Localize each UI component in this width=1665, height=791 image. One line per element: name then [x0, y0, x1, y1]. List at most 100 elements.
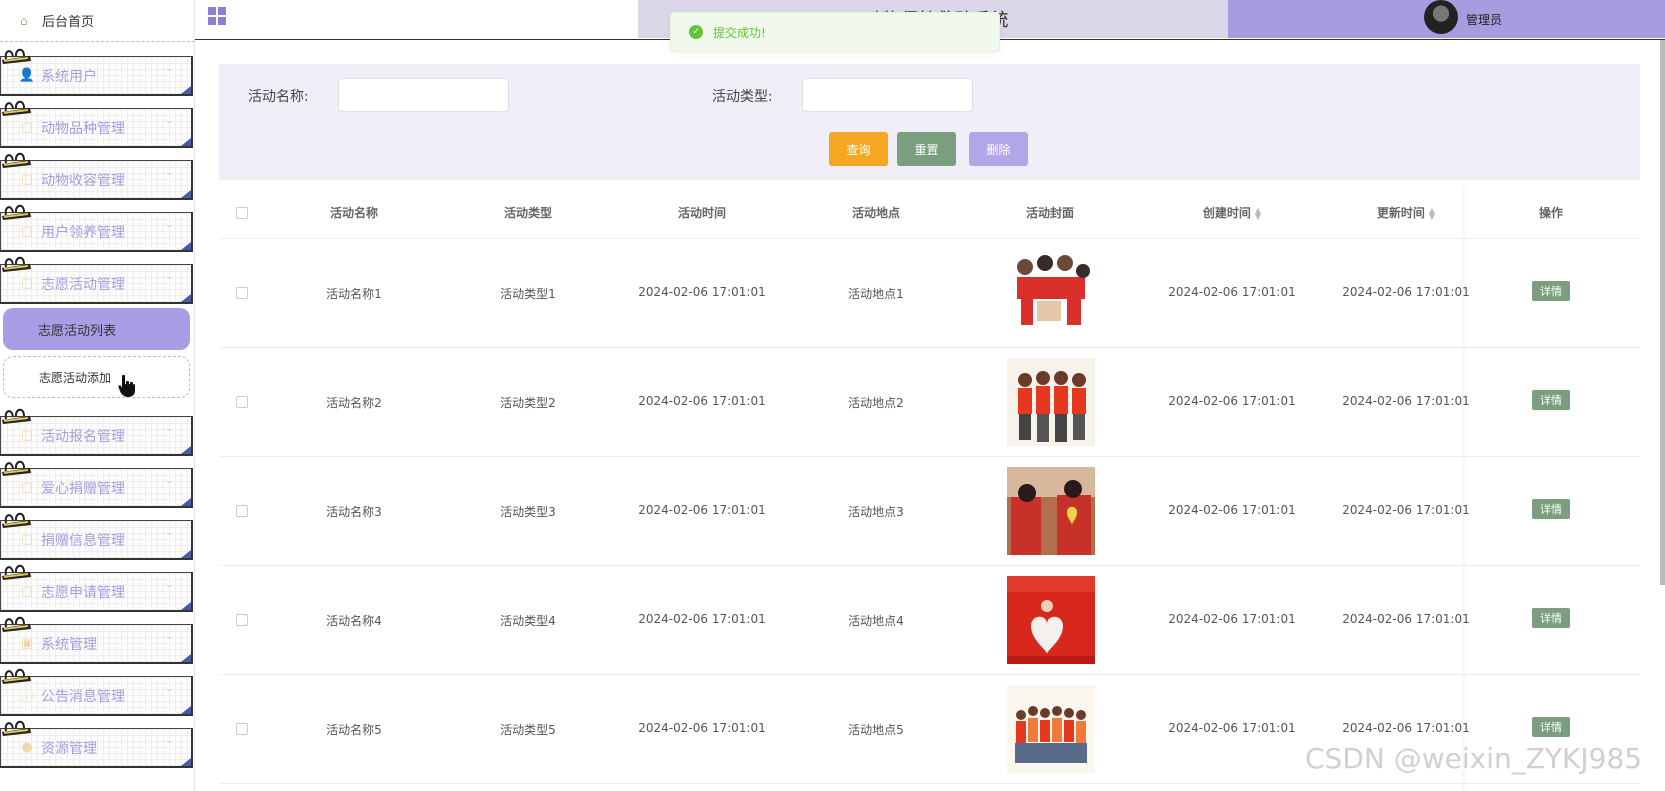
home-icon: ⌂ [20, 13, 28, 28]
cell-created: 2024-02-06 17:01:01 [1168, 612, 1296, 626]
page-fold-decoration [181, 498, 191, 506]
column-header-label: 创建时间 [1202, 206, 1251, 220]
binder-clip-icon [2, 512, 31, 528]
detail-button[interactable]: 详情 [1532, 281, 1570, 301]
activity-type-input[interactable] [802, 78, 973, 112]
menu-grid-icon[interactable] [207, 6, 227, 26]
binder-clip-icon [2, 668, 31, 684]
user-name[interactable]: 管理员 [1466, 11, 1502, 28]
page-fold-decoration [181, 706, 191, 714]
sidebar-item-2[interactable]: ▢ 动物收容管理 ⌄ [0, 152, 193, 200]
detail-button[interactable]: 详情 [1532, 499, 1570, 519]
binder-clip-icon [2, 460, 31, 476]
column-header: 活动封面 [1025, 206, 1074, 220]
cell-updated: 2024-02-06 17:01:01 [1342, 612, 1470, 626]
resource-icon: ● [21, 740, 33, 755]
chevron-down-icon: ⌄ [164, 115, 173, 126]
sidebar-item-label: 志愿申请管理 [41, 584, 125, 601]
chevron-down-icon: ⌄ [164, 631, 173, 642]
cell-time: 2024-02-06 17:01:01 [638, 612, 766, 626]
cell-name: 活动名称1 [326, 287, 382, 301]
info-icon: ⓘ [20, 690, 34, 705]
binder-clip-icon [2, 152, 31, 168]
doc-icon: ▢ [20, 172, 34, 187]
select-all-checkbox[interactable] [236, 207, 248, 219]
user-icon: 👤 [18, 68, 36, 83]
sidebar-item-label: 爱心捐赠管理 [41, 480, 125, 497]
page-fold-decoration [181, 242, 191, 250]
detail-button[interactable]: 详情 [1532, 390, 1570, 410]
doc-icon: ▢ [20, 480, 34, 495]
page-fold-decoration [181, 86, 191, 94]
watermark: CSDN @weixin_ZYKJ985 [1305, 742, 1643, 775]
sidebar-item-5[interactable]: ▢ 活动报名管理 ⌄ [0, 408, 193, 456]
page-fold-decoration [181, 190, 191, 198]
column-header: 活动地点 [851, 206, 900, 220]
submenu-volunteer-activity-add[interactable]: 志愿活动添加 [3, 356, 190, 398]
activity-cover-image [1007, 576, 1095, 664]
submenu-volunteer-activity-list[interactable]: 志愿活动列表 [3, 308, 190, 350]
table-header: 活动名称 活动类型 活动时间 活动地点 活动封面 创建时间 ▲ ▼ 更新时间 ▲ ▼ 操… [219, 186, 1640, 239]
sidebar-item-label: 资源管理 [41, 740, 97, 757]
sidebar-item-7[interactable]: ▢ 捐赠信息管理 ⌄ [0, 512, 193, 560]
toast-message: 提交成功! [713, 25, 766, 40]
column-header-updated-sortable[interactable]: 更新时间 ▲ ▼ [1351, 204, 1461, 221]
sidebar-item-11[interactable]: ● 资源管理 ⌄ [0, 720, 193, 768]
cell-time: 2024-02-06 17:01:01 [638, 285, 766, 299]
query-button[interactable]: 查询 [829, 132, 888, 166]
doc-icon: ▢ [20, 276, 34, 291]
sidebar-item-6[interactable]: ▢ 爱心捐赠管理 ⌄ [0, 460, 193, 508]
sidebar-item-10[interactable]: ⓘ 公告消息管理 ⌄ [0, 668, 193, 716]
sidebar-item-1[interactable]: ▢ 动物品种管理 ⌄ [0, 100, 193, 148]
cell-place: 活动地点5 [848, 723, 904, 737]
sort-icon[interactable]: ▲ ▼ [1255, 206, 1261, 220]
column-header-created-sortable[interactable]: 创建时间 ▲ ▼ [1177, 204, 1287, 221]
detail-button[interactable]: 详情 [1532, 608, 1570, 628]
row-checkbox[interactable] [236, 614, 248, 626]
binder-clip-icon [2, 564, 31, 580]
chevron-down-icon: ⌄ [164, 579, 173, 590]
page-fold-decoration [181, 602, 191, 610]
cell-created: 2024-02-06 17:01:01 [1168, 394, 1296, 408]
table-row: 活动名称2 活动类型2 2024-02-06 17:01:01 活动地点2 2024-0… [219, 348, 1640, 457]
row-checkbox[interactable] [236, 723, 248, 735]
cell-name: 活动名称2 [326, 396, 382, 410]
row-checkbox[interactable] [236, 396, 248, 408]
page-fold-decoration [181, 758, 191, 766]
user-area[interactable]: 管理员 [1228, 0, 1665, 38]
delete-button[interactable]: 删除 [969, 132, 1028, 166]
activity-cover-image [1007, 467, 1095, 555]
sidebar: ⌂ 后台首页 👤 系统用户 ⌄ ▢ 动物品种管理 ⌄ ▢ 动物收容管理 ⌄ ▢ 用户领养管理 ⌄ ▢ 志愿… [0, 0, 195, 791]
scrollbar[interactable] [1660, 40, 1665, 585]
chevron-down-icon: ⌄ [164, 683, 173, 694]
row-checkbox[interactable] [236, 505, 248, 517]
chevron-down-icon: ⌄ [164, 167, 173, 178]
binder-clip-icon [2, 720, 31, 736]
doc-icon: ▢ [20, 532, 34, 547]
sidebar-item-label: 公告消息管理 [41, 688, 125, 705]
hand-cursor-icon [118, 374, 135, 397]
sidebar-item-home[interactable]: ⌂ 后台首页 [0, 0, 195, 42]
detail-button[interactable]: 详情 [1532, 717, 1570, 737]
row-checkbox[interactable] [236, 287, 248, 299]
column-header: 活动类型 [503, 206, 552, 220]
sidebar-item-0[interactable]: 👤 系统用户 ⌄ [0, 48, 193, 96]
activity-cover-image [1007, 685, 1095, 773]
table-row: 活动名称1 活动类型1 2024-02-06 17:01:01 活动地点1 2024-0… [219, 239, 1640, 348]
cell-updated: 2024-02-06 17:01:01 [1342, 285, 1470, 299]
cell-updated: 2024-02-06 17:01:01 [1342, 394, 1470, 408]
sidebar-item-3[interactable]: ▢ 用户领养管理 ⌄ [0, 204, 193, 252]
sort-icon[interactable]: ▲ ▼ [1429, 206, 1435, 220]
cell-name: 活动名称4 [326, 614, 382, 628]
avatar[interactable] [1424, 0, 1458, 34]
cell-created: 2024-02-06 17:01:01 [1168, 503, 1296, 517]
reset-button[interactable]: 重置 [897, 132, 956, 166]
sidebar-item-label: 捐赠信息管理 [41, 532, 125, 549]
sidebar-item-8[interactable]: ▢ 志愿申请管理 ⌄ [0, 564, 193, 612]
search-panel: 活动名称: 活动类型: 查询 重置 删除 [219, 64, 1640, 180]
activity-name-input[interactable] [338, 78, 509, 112]
chevron-down-icon: ⌄ [164, 219, 173, 230]
submenu-label: 志愿活动添加 [39, 370, 112, 385]
sidebar-item-9[interactable]: ▣ 系统管理 ⌄ [0, 616, 193, 664]
sidebar-item-4[interactable]: ▢ 志愿活动管理 ⌄ [0, 256, 193, 304]
